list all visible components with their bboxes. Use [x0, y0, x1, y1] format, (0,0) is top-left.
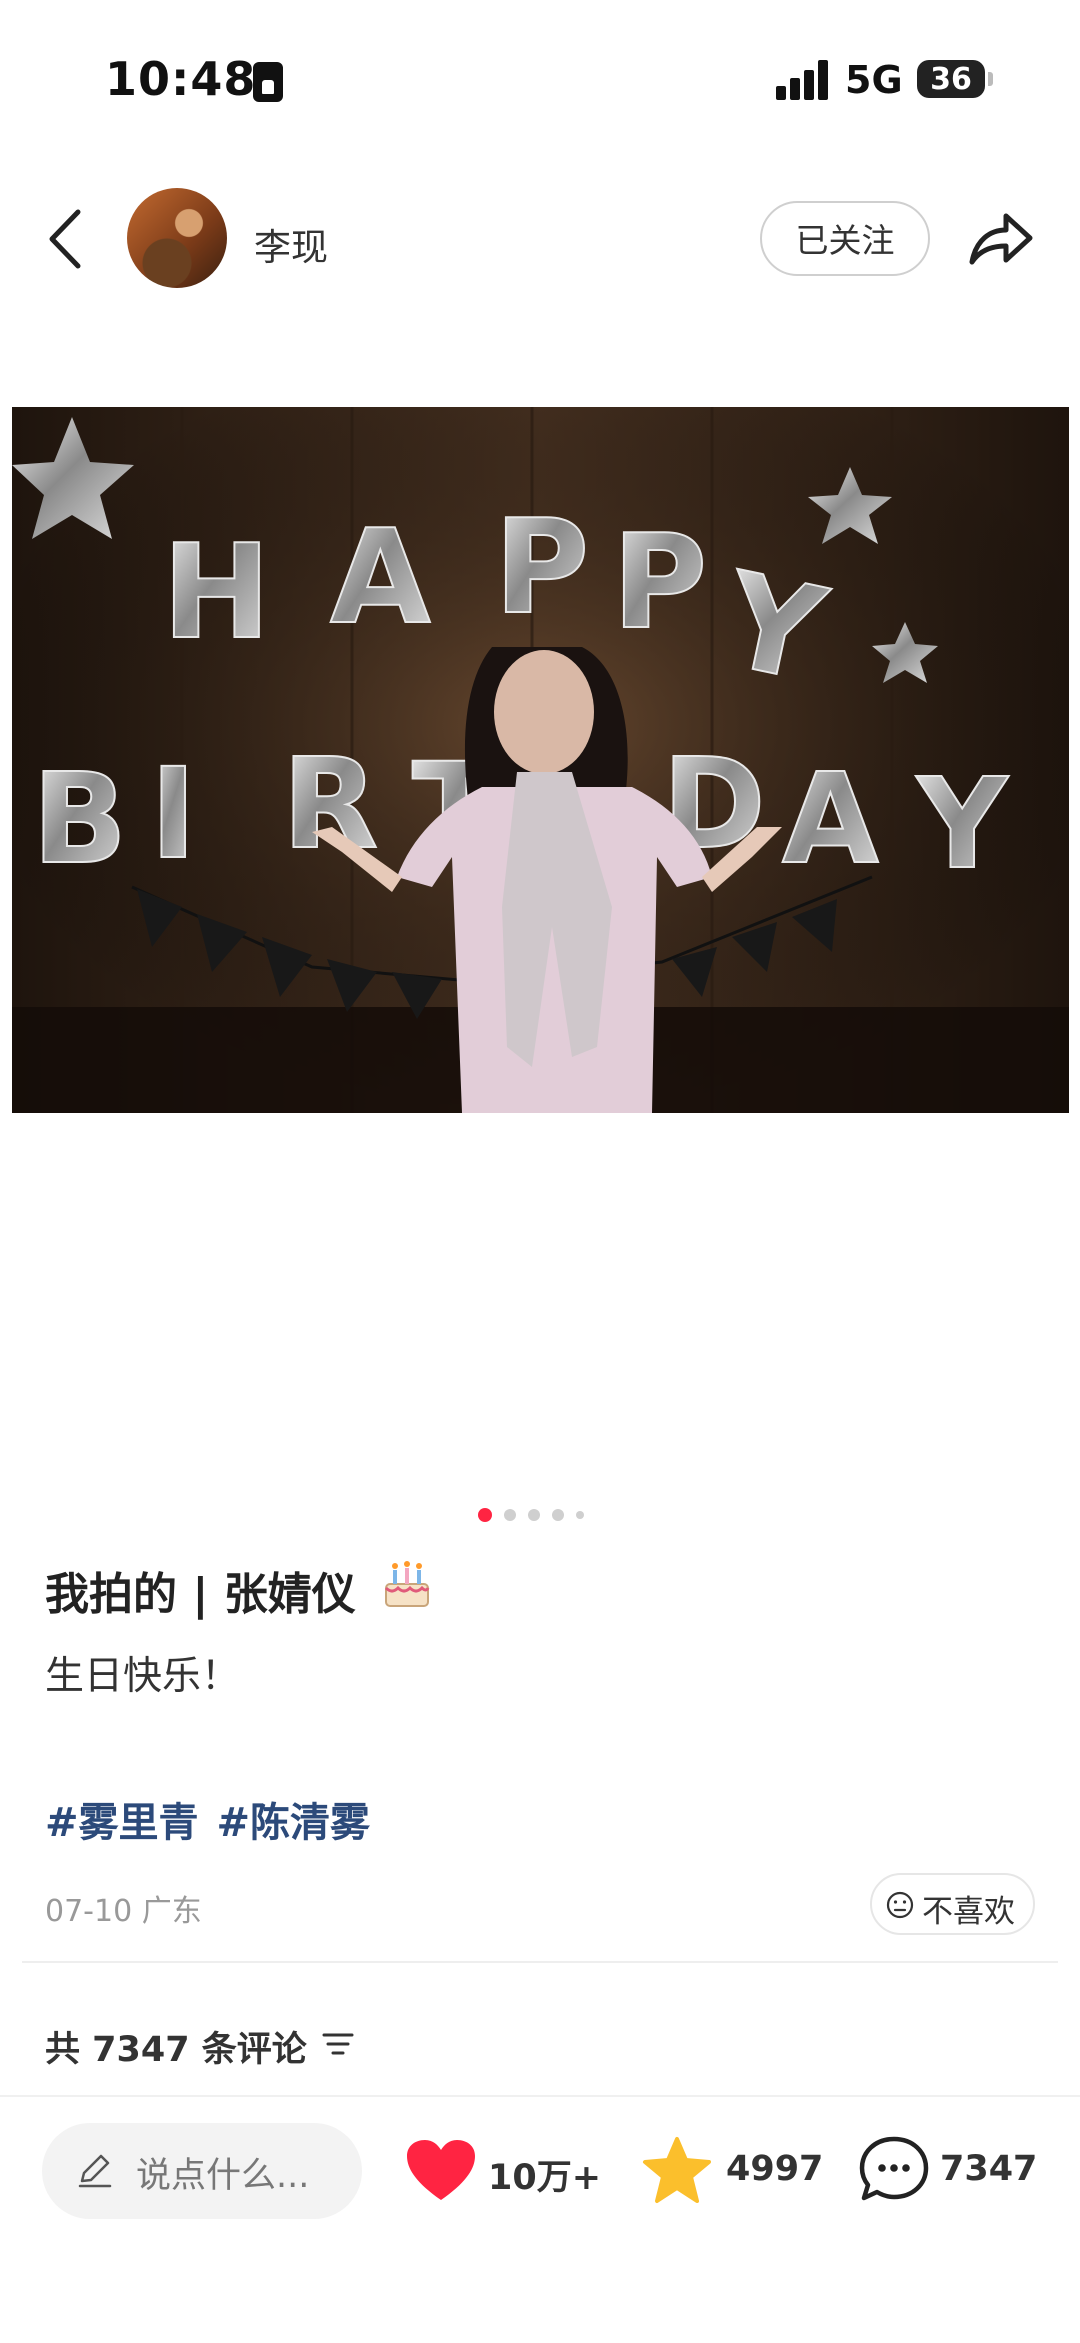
- heart-icon[interactable]: [405, 2138, 477, 2204]
- pencil-icon: [78, 2154, 112, 2188]
- divider: [22, 1961, 1058, 1963]
- post-location: 广东: [141, 1894, 202, 1929]
- sim-card-icon: [253, 62, 283, 102]
- carousel-dot: [552, 1509, 564, 1521]
- svg-text:A: A: [330, 501, 431, 653]
- battery-level: 36: [930, 62, 972, 97]
- carousel-dot: [478, 1508, 492, 1522]
- status-time: 10:48: [105, 52, 257, 106]
- back-button[interactable]: [44, 206, 88, 272]
- svg-text:I: I: [150, 742, 197, 887]
- birthday-photo-illustration: H A P P Y B I R T H D A Y: [12, 407, 1069, 1113]
- post-title: 我拍的 | 张婧仪: [45, 1569, 356, 1620]
- post-photo[interactable]: H A P P Y B I R T H D A Y: [12, 407, 1069, 1113]
- post-meta: 07-10 广东: [45, 1886, 202, 1930]
- svg-text:B: B: [32, 747, 127, 892]
- svg-text:H: H: [162, 516, 271, 668]
- post-tags: #雾里青 #陈清雾: [45, 1790, 388, 1848]
- svg-text:P: P: [494, 491, 589, 643]
- carousel-dot: [576, 1511, 584, 1519]
- battery-cap: [988, 72, 993, 86]
- comment-icon[interactable]: [858, 2134, 930, 2206]
- dislike-label: 不喜欢: [922, 1894, 1015, 1930]
- comment-summary: 共 7347 条评论: [45, 2030, 307, 2070]
- hashtag-link[interactable]: #雾里青: [45, 1800, 199, 1846]
- sort-filter-icon[interactable]: [322, 2030, 354, 2058]
- network-type: 5G: [845, 58, 903, 102]
- comment-input[interactable]: 说点什么...: [42, 2123, 362, 2219]
- comment-placeholder: 说点什么...: [136, 2156, 310, 2196]
- author-avatar[interactable]: [127, 188, 227, 288]
- share-icon: [969, 213, 1033, 265]
- signal-icon: [776, 60, 830, 100]
- carousel-dot: [504, 1509, 516, 1521]
- comment-count: 7347: [940, 2149, 1038, 2189]
- dislike-button[interactable]: 不喜欢: [870, 1873, 1035, 1935]
- follow-button[interactable]: 已关注: [760, 201, 930, 276]
- post-description: 生日快乐！: [45, 1654, 241, 1699]
- birthday-cake-icon: [382, 1558, 432, 1610]
- chevron-left-icon: [49, 209, 81, 269]
- like-count: 10万+: [488, 2158, 602, 2198]
- battery-icon: 36: [917, 60, 985, 98]
- svg-text:P: P: [612, 506, 707, 658]
- neutral-face-icon: [886, 1891, 914, 1919]
- svg-text:Y: Y: [915, 752, 1009, 897]
- carousel-dot: [528, 1509, 540, 1521]
- star-icon[interactable]: [641, 2135, 713, 2207]
- share-button[interactable]: [968, 208, 1034, 268]
- post-date: 07-10: [45, 1894, 133, 1929]
- svg-text:A: A: [782, 747, 879, 892]
- hashtag-link[interactable]: #陈清雾: [217, 1800, 371, 1846]
- author-name[interactable]: 李现: [254, 217, 328, 271]
- favorite-count: 4997: [726, 2149, 824, 2189]
